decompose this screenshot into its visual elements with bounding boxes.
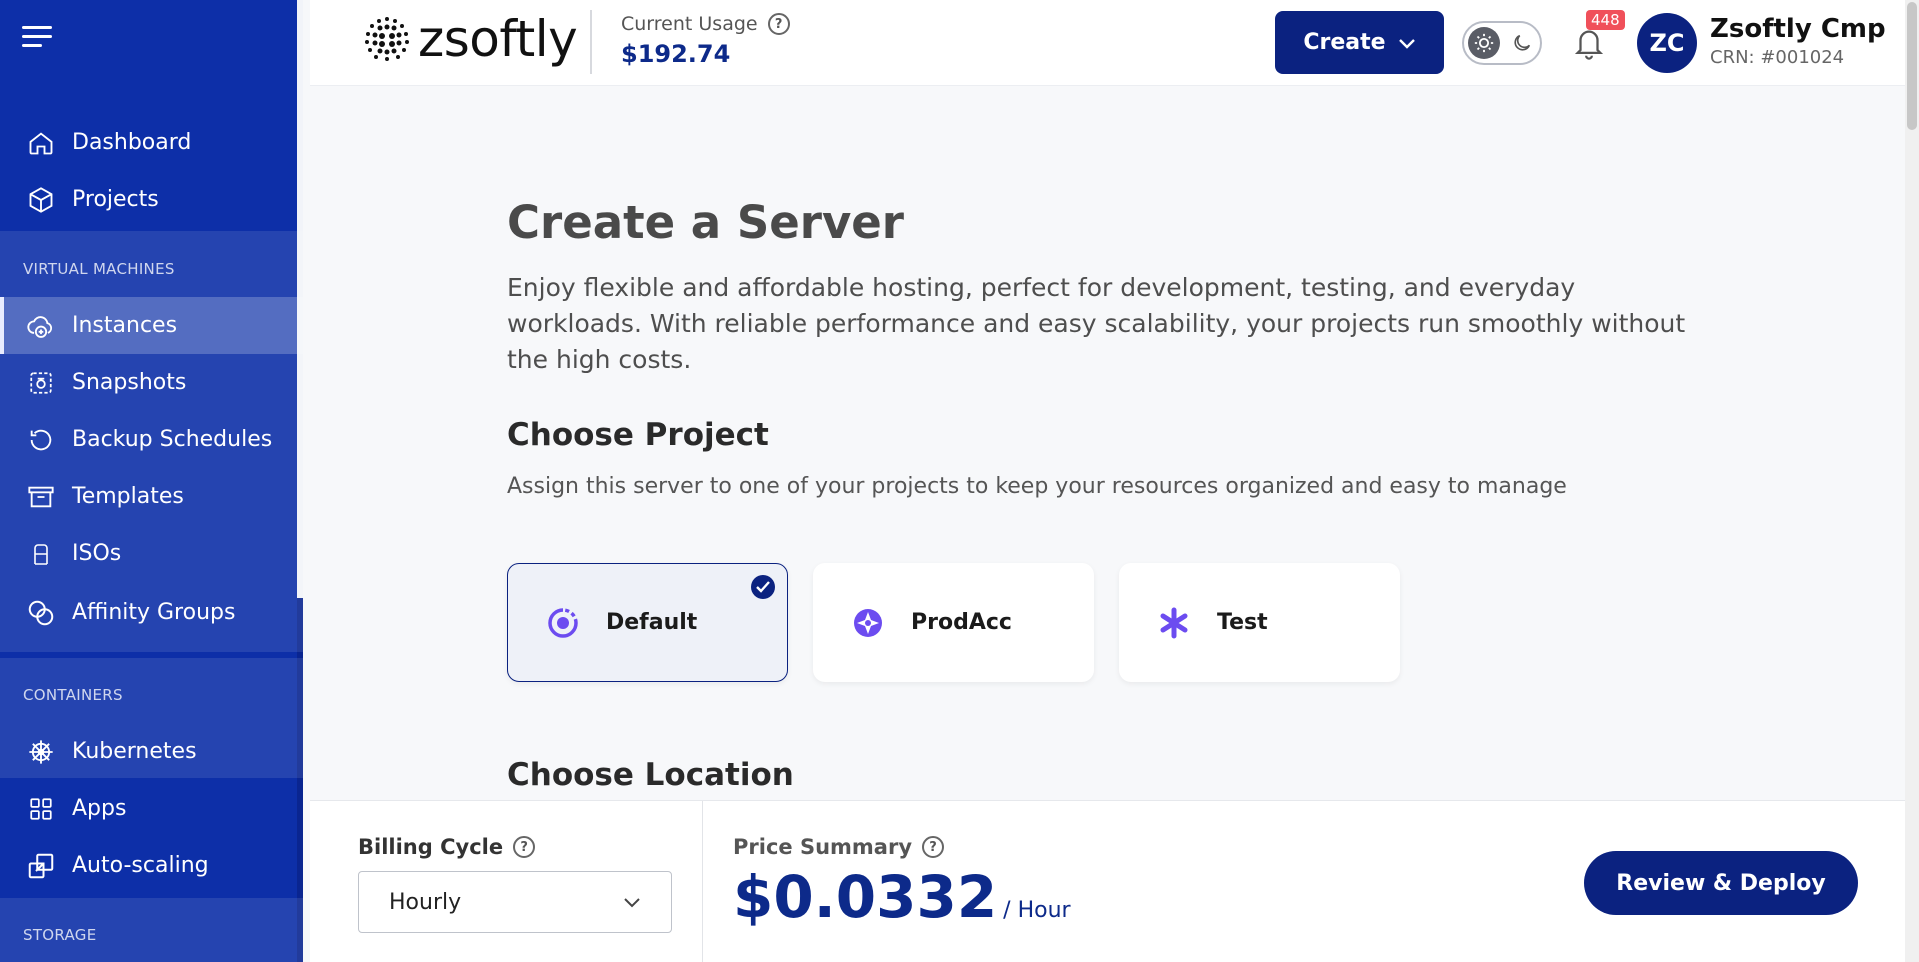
- sidebar-item-apps[interactable]: Apps: [0, 780, 303, 837]
- footer-divider: [702, 801, 703, 962]
- scale-arrows-icon: [26, 851, 56, 881]
- choose-project-description: Assign this server to one of your projec…: [507, 474, 1567, 499]
- price-label-text: Price Summary: [733, 835, 913, 859]
- project-card-default[interactable]: Default: [507, 563, 788, 682]
- sidebar-item-dashboard[interactable]: Dashboard: [0, 114, 303, 171]
- sidebar-item-instances[interactable]: Instances: [0, 297, 303, 354]
- sidebar-item-label: Apps: [72, 796, 127, 821]
- sidebar-item-label: Affinity Groups: [72, 600, 236, 625]
- sidebar-item-label: Dashboard: [72, 130, 192, 155]
- create-dropdown-button[interactable]: Create: [1275, 11, 1444, 74]
- current-usage-value: $192.74: [621, 40, 731, 68]
- chevron-down-icon: [1398, 38, 1415, 49]
- price-amount: $0.0332: [733, 863, 998, 931]
- project-card-test[interactable]: Test: [1119, 563, 1400, 682]
- brand-logo[interactable]: zsoftly: [362, 10, 578, 68]
- sidebar: Dashboard Projects VIRTUAL MACHINES Inst…: [0, 0, 303, 962]
- billing-cycle-value: Hourly: [389, 889, 462, 915]
- moon-icon[interactable]: [1508, 29, 1536, 57]
- page-title: Create a Server: [507, 196, 905, 249]
- user-name[interactable]: Zsoftly Cmp: [1710, 14, 1886, 44]
- usage-label-text: Current Usage: [621, 13, 758, 35]
- help-question-icon[interactable]: ?: [922, 836, 945, 858]
- help-question-icon[interactable]: ?: [767, 13, 790, 35]
- circles-icon: [26, 598, 56, 628]
- archive-box-icon: [26, 482, 56, 512]
- price-summary-label: Price Summary ?: [733, 835, 945, 859]
- project-name: ProdAcc: [911, 610, 1012, 635]
- sidebar-item-label: ISOs: [72, 541, 122, 566]
- user-crn: CRN: #001024: [1710, 47, 1845, 68]
- help-question-icon[interactable]: ?: [513, 836, 536, 858]
- disc-icon: [26, 539, 56, 569]
- sidebar-item-label: Snapshots: [72, 370, 187, 395]
- sidebar-item-label: Backup Schedules: [72, 427, 273, 452]
- sidebar-item-kubernetes[interactable]: Kubernetes: [0, 723, 303, 780]
- billing-label-text: Billing Cycle: [358, 835, 504, 859]
- sidebar-item-projects[interactable]: Projects: [0, 171, 303, 228]
- sidebar-item-snapshots[interactable]: Snapshots: [0, 354, 303, 411]
- helm-wheel-icon: [26, 737, 56, 767]
- sidebar-item-label: Instances: [72, 313, 178, 338]
- choose-location-title: Choose Location: [507, 757, 794, 793]
- billing-cycle-label: Billing Cycle ?: [358, 835, 536, 859]
- page-description: Enjoy flexible and affordable hosting, p…: [507, 273, 1686, 374]
- notification-count-badge: 448: [1586, 10, 1625, 30]
- sidebar-item-auto-scaling[interactable]: Auto-scaling: [0, 837, 303, 894]
- page-scrollbar[interactable]: [1907, 2, 1917, 130]
- grid-icon: [26, 794, 56, 824]
- checkmark-icon: [751, 575, 775, 599]
- price-summary-value: $0.0332 / Hour: [733, 863, 1071, 931]
- section-label-virtual-machines: VIRTUAL MACHINES: [23, 260, 175, 278]
- sidebar-item-label: Projects: [72, 187, 159, 212]
- project-prodacc-icon: [854, 608, 882, 637]
- sidebar-item-label: Templates: [72, 484, 184, 509]
- camera-icon: [26, 368, 56, 398]
- hamburger-menu-icon[interactable]: [22, 26, 54, 50]
- create-button-label: Create: [1303, 30, 1386, 55]
- cube-icon: [26, 185, 56, 215]
- review-deploy-button[interactable]: Review & Deploy: [1584, 851, 1858, 915]
- price-unit: / Hour: [1003, 898, 1071, 923]
- sidebar-item-backup-schedules[interactable]: Backup Schedules: [0, 411, 303, 468]
- top-header: zsoftly Current Usage ? $192.74 Create 4…: [310, 0, 1905, 86]
- page-scroll-track: [1905, 0, 1919, 962]
- project-test-icon: [1160, 607, 1188, 638]
- sidebar-item-affinity-groups[interactable]: Affinity Groups: [0, 584, 303, 641]
- project-card-prodacc[interactable]: ProdAcc: [813, 563, 1094, 682]
- project-name: Default: [606, 610, 698, 635]
- theme-toggle[interactable]: [1462, 21, 1542, 65]
- sidebar-item-isos[interactable]: ISOs: [0, 525, 303, 582]
- logo-dots-icon: [365, 17, 409, 61]
- choose-project-title: Choose Project: [507, 417, 769, 453]
- logo-text: zsoftly: [418, 10, 578, 68]
- header-divider: [590, 10, 592, 74]
- home-icon: [26, 128, 56, 158]
- cloud-plus-icon: [26, 311, 56, 341]
- project-name: Test: [1217, 610, 1268, 635]
- section-label-containers: CONTAINERS: [23, 686, 123, 704]
- billing-cycle-select[interactable]: Hourly: [358, 871, 672, 933]
- sidebar-item-label: Kubernetes: [72, 739, 197, 764]
- avatar[interactable]: ZC: [1637, 13, 1697, 73]
- sidebar-item-label: Auto-scaling: [72, 853, 209, 878]
- sun-icon[interactable]: [1468, 27, 1500, 59]
- chevron-down-icon: [624, 898, 640, 908]
- project-default-icon: [548, 607, 578, 638]
- deploy-footer-bar: Billing Cycle ? Hourly Price Summary ? $…: [310, 800, 1905, 962]
- sidebar-item-templates[interactable]: Templates: [0, 468, 303, 525]
- section-label-storage: STORAGE: [23, 926, 97, 944]
- history-icon: [26, 425, 56, 455]
- current-usage-label: Current Usage ?: [621, 13, 790, 35]
